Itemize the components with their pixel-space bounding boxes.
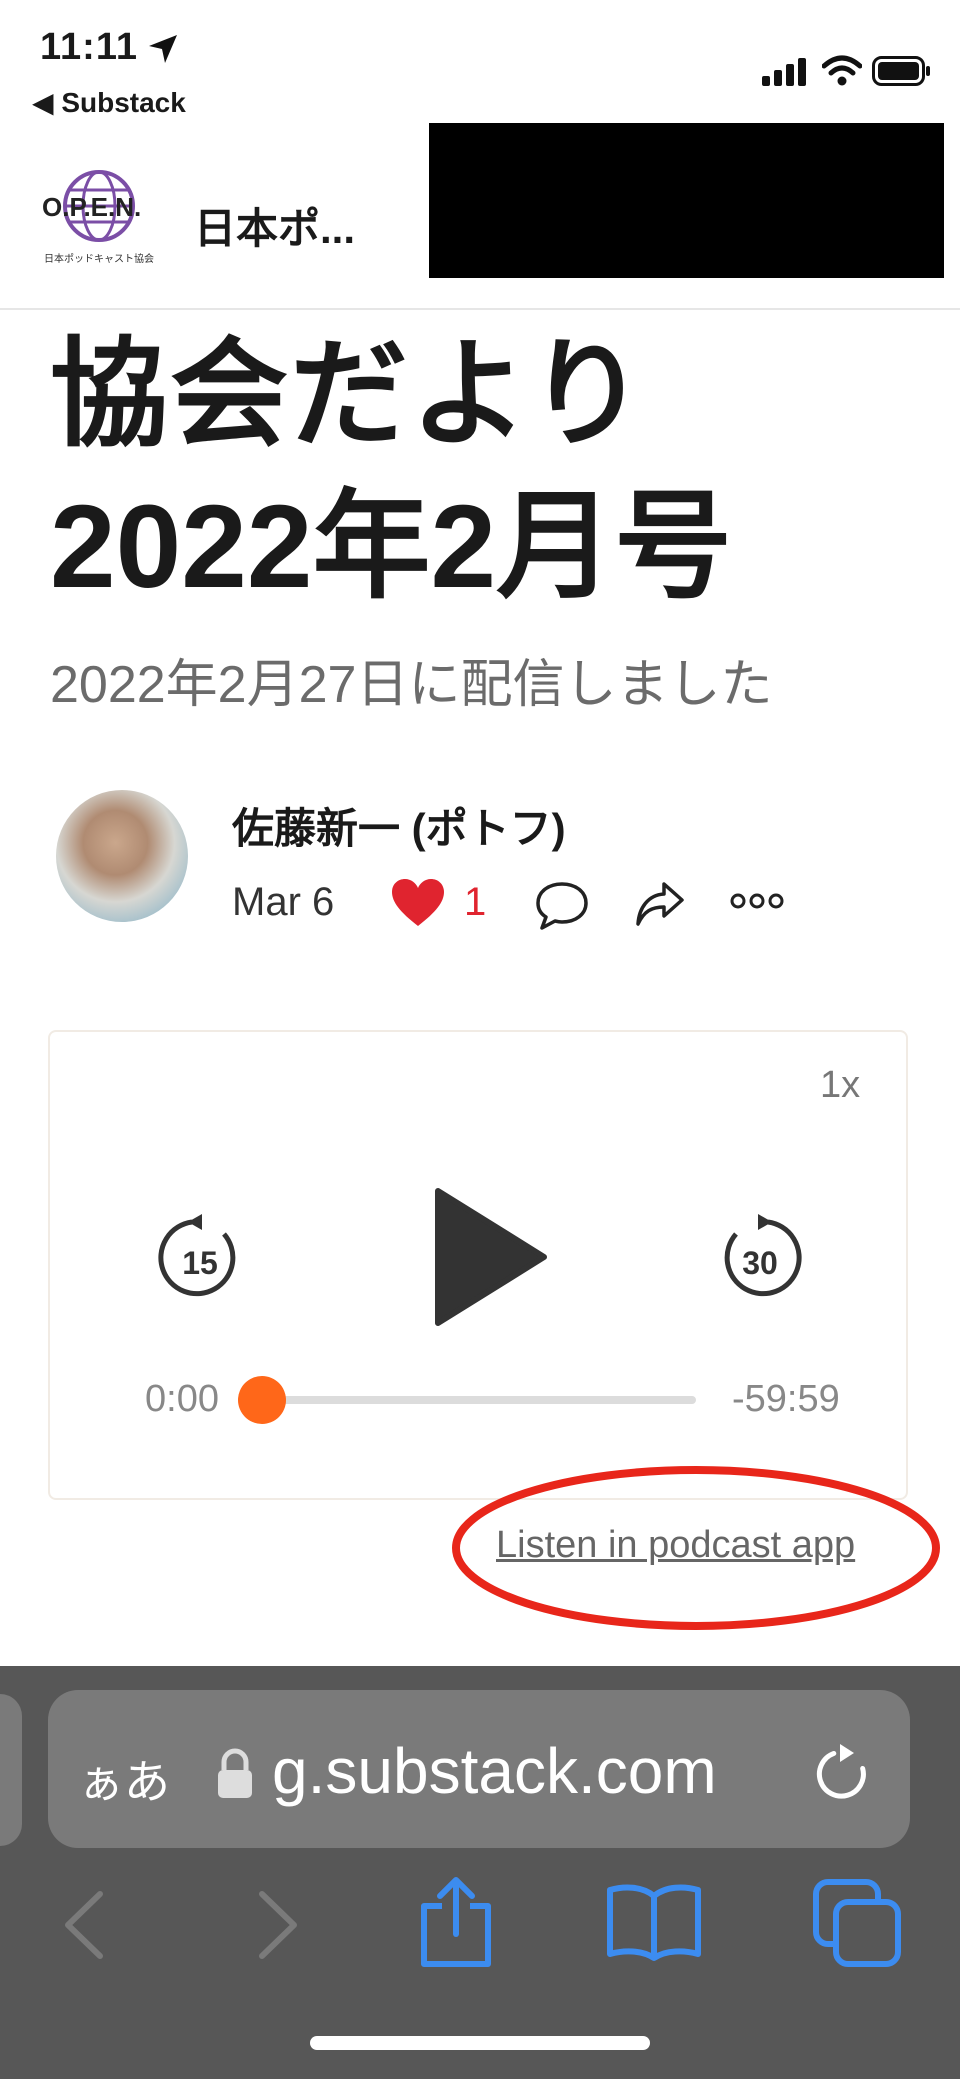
current-time: 0:00 [145, 1378, 219, 1420]
remaining-time: -59:59 [732, 1378, 840, 1420]
rewind-seconds: 15 [182, 1245, 218, 1281]
post-title-line1: 協会だより [50, 329, 648, 461]
author-avatar[interactable] [56, 790, 188, 922]
like-count: 1 [464, 880, 487, 924]
cell-signal-icon [762, 58, 806, 86]
share-sheet-icon[interactable] [418, 1876, 494, 1968]
post-date: Mar 6 [232, 880, 335, 924]
wifi-icon [822, 55, 862, 86]
logo-text: O.P.E.N. [42, 192, 141, 222]
back-to-app-link[interactable]: ◀ Substack [32, 86, 186, 119]
forward-30-icon[interactable]: 30 [718, 1212, 802, 1302]
author-name[interactable]: 佐藤新一 (ポトフ) [232, 795, 566, 856]
rewind-15-icon[interactable]: 15 [158, 1212, 242, 1302]
lock-icon [218, 1748, 252, 1798]
forward-chevron-icon[interactable] [252, 1890, 302, 1960]
playback-speed-button[interactable]: 1x [820, 1064, 860, 1107]
tabs-icon[interactable] [812, 1878, 904, 1968]
battery-icon [872, 56, 930, 86]
post-subtitle: 2022年2月27日に配信しました [50, 656, 773, 714]
comment-icon[interactable] [534, 880, 590, 932]
share-icon[interactable] [634, 880, 686, 928]
header-divider [0, 308, 960, 310]
location-arrow-icon [149, 35, 177, 63]
heart-icon[interactable] [390, 878, 446, 928]
previous-tab-edge[interactable] [0, 1694, 22, 1846]
home-indicator[interactable] [310, 2036, 650, 2050]
progress-track[interactable] [262, 1396, 696, 1404]
progress-knob[interactable] [238, 1376, 286, 1424]
publication-logo[interactable]: O.P.E.N. 日本ポッドキャスト協会 [40, 166, 158, 266]
reader-options-button[interactable]: ぁあ [78, 1746, 170, 1812]
status-time: 11:11 [40, 26, 138, 68]
logo-subtext: 日本ポッドキャスト協会 [44, 252, 154, 265]
url-text[interactable]: g.substack.com [272, 1734, 717, 1808]
play-icon[interactable] [430, 1185, 550, 1329]
redacted-block [429, 123, 944, 278]
listen-in-podcast-app-link[interactable]: Listen in podcast app [496, 1524, 855, 1567]
reload-icon[interactable] [812, 1742, 872, 1806]
forward-seconds: 30 [742, 1245, 778, 1281]
post-title-line2: 2022年2月号 [50, 481, 733, 613]
more-options-icon[interactable] [730, 890, 784, 912]
publication-name[interactable]: 日本ポ... [194, 195, 355, 256]
back-chevron-icon[interactable] [60, 1890, 110, 1960]
bookmarks-icon[interactable] [606, 1882, 702, 1962]
